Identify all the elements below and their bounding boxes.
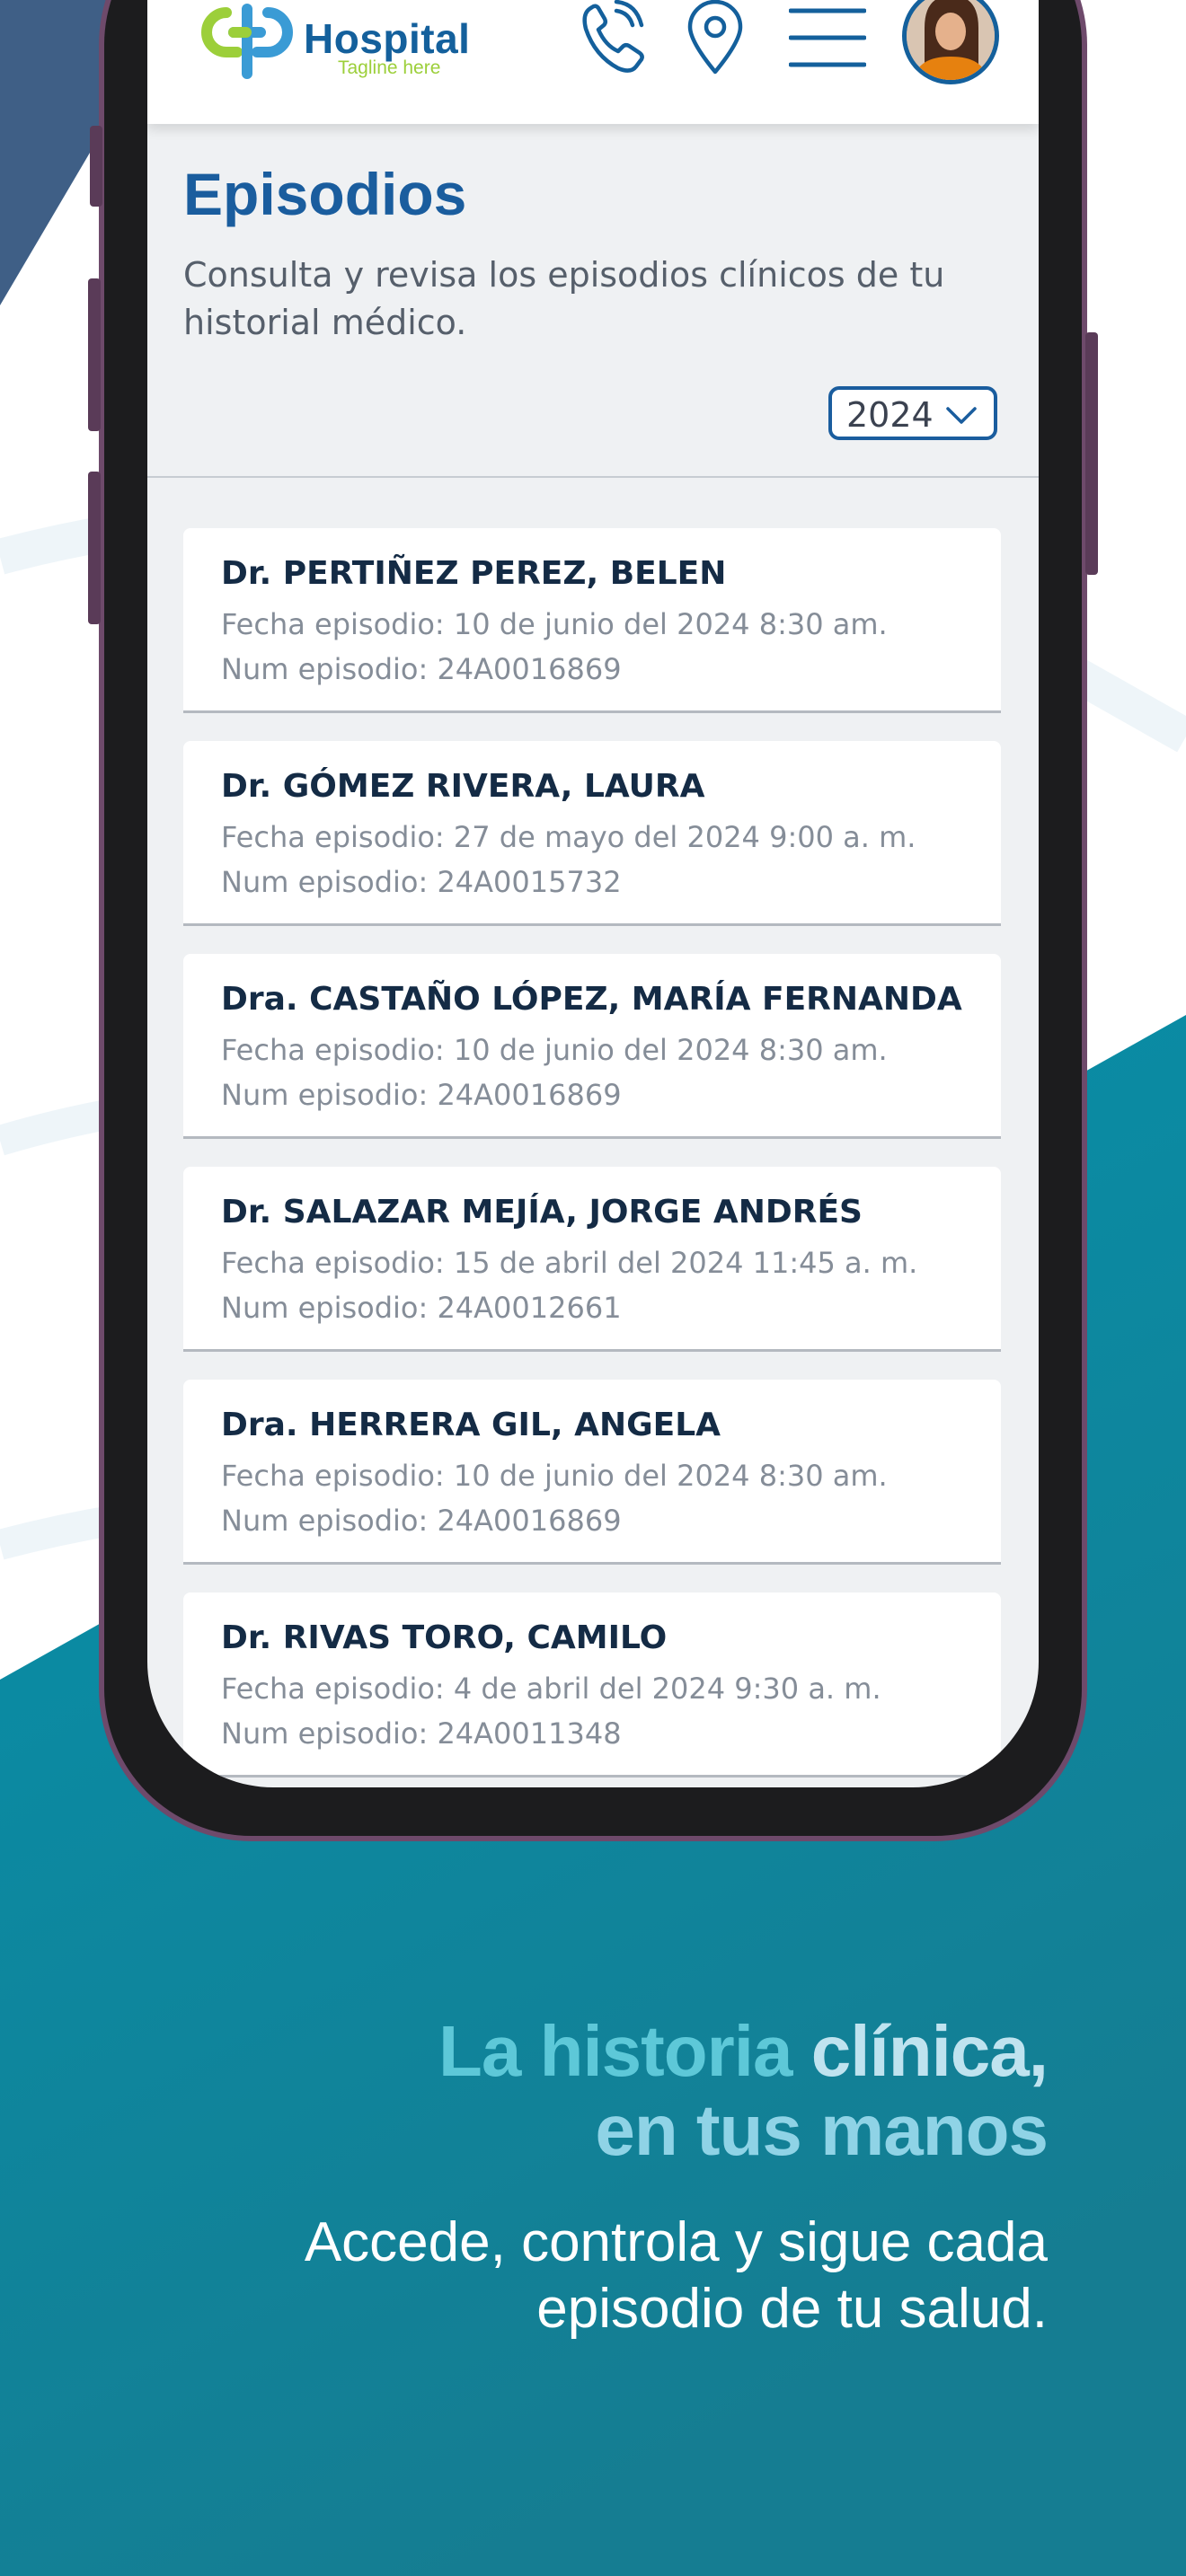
episode-number: Num episodio: 24A0016869 [221, 1504, 622, 1538]
promo-title: La historia clínica, en tus manos [438, 2011, 1049, 2170]
hospital-logo-icon[interactable] [192, 0, 300, 90]
year-filter-select[interactable]: 2024 [828, 386, 997, 440]
promo-title-line1: La historia clínica, [438, 2011, 1049, 2091]
episode-doctor: Dr. PERTIÑEZ PEREZ, BELEN [221, 555, 727, 592]
episode-doctor: Dra. HERRERA GIL, ANGELA [221, 1407, 721, 1443]
menu-icon[interactable] [789, 7, 866, 68]
episode-date: Fecha episodio: 27 de mayo del 2024 9:00… [221, 820, 916, 854]
episode-card[interactable]: Dr. PERTIÑEZ PEREZ, BELEN Fecha episodio… [183, 528, 1001, 713]
episode-number: Num episodio: 24A0011348 [221, 1716, 622, 1751]
promo-subtitle: Accede, controla y sigue cada episodio d… [149, 2210, 1048, 2342]
location-pin-icon[interactable] [685, 0, 746, 77]
episode-date: Fecha episodio: 4 de abril del 2024 9:30… [221, 1672, 881, 1706]
phone-side-button [90, 126, 102, 207]
promo-title-part1: La historia [438, 2011, 811, 2091]
episode-number: Num episodio: 24A0016869 [221, 1078, 622, 1112]
episode-date: Fecha episodio: 10 de junio del 2024 8:3… [221, 607, 888, 641]
app-screen: Hospital Tagline here Episodios Consulta… [147, 0, 1039, 1787]
episode-date: Fecha episodio: 15 de abril del 2024 11:… [221, 1246, 918, 1280]
page-title: Episodios [183, 161, 467, 227]
episode-card[interactable]: Dr. GÓMEZ RIVERA, LAURA Fecha episodio: … [183, 741, 1001, 926]
phone-volume-up-button [88, 278, 101, 431]
episode-doctor: Dr. RIVAS TORO, CAMILO [221, 1619, 668, 1656]
episode-doctor: Dra. CASTAÑO LÓPEZ, MARÍA FERNANDA [221, 981, 962, 1018]
chevron-down-icon [946, 407, 977, 424]
episode-number: Num episodio: 24A0016869 [221, 652, 622, 686]
episode-card[interactable]: Dr. RIVAS TORO, CAMILO Fecha episodio: 4… [183, 1592, 1001, 1778]
promo-title-line2: en tus manos [595, 2090, 1049, 2170]
episode-card[interactable]: Dra. CASTAÑO LÓPEZ, MARÍA FERNANDA Fecha… [183, 954, 1001, 1139]
episode-doctor: Dr. GÓMEZ RIVERA, LAURA [221, 768, 705, 805]
page-description: Consulta y revisa los episodios clínicos… [183, 255, 945, 342]
episode-card[interactable]: Dra. HERRERA GIL, ANGELA Fecha episodio:… [183, 1380, 1001, 1565]
episode-date: Fecha episodio: 10 de junio del 2024 8:3… [221, 1033, 888, 1067]
episode-card[interactable]: Dr. SALAZAR MEJÍA, JORGE ANDRÉS Fecha ep… [183, 1167, 1001, 1352]
promo-subtitle-line1: Accede, controla y sigue cada [304, 2211, 1048, 2273]
episode-number: Num episodio: 24A0012661 [221, 1291, 622, 1325]
avatar-photo-icon [907, 0, 995, 80]
promo-title-part2: clínica, [810, 2011, 1049, 2091]
phone-power-button [1085, 332, 1098, 575]
brand-name: Hospital [304, 15, 471, 62]
episode-doctor: Dr. SALAZAR MEJÍA, JORGE ANDRÉS [221, 1194, 863, 1231]
section-divider [147, 476, 1039, 478]
phone-icon[interactable] [577, 0, 645, 77]
year-filter-value: 2024 [846, 395, 934, 435]
brand-tagline: Tagline here [338, 57, 441, 78]
app-header: Hospital Tagline here [147, 0, 1039, 124]
user-avatar[interactable] [902, 0, 999, 84]
episode-date: Fecha episodio: 10 de junio del 2024 8:3… [221, 1459, 888, 1493]
episode-number: Num episodio: 24A0015732 [221, 865, 622, 899]
phone-volume-down-button [88, 472, 101, 624]
promo-subtitle-line2: episodio de tu salud. [536, 2278, 1048, 2340]
